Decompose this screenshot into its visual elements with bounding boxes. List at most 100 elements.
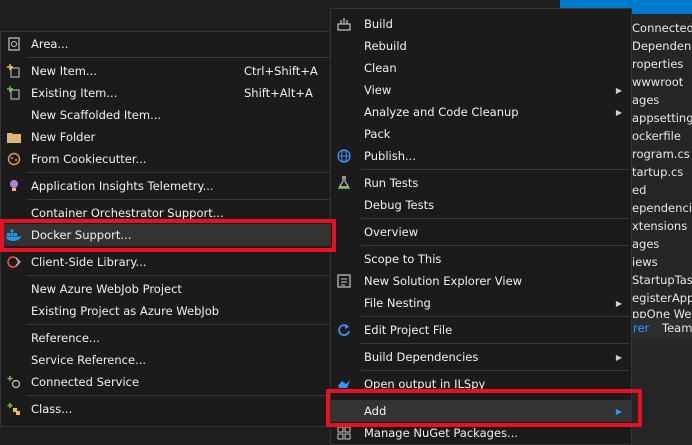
menu-item-build-dependencies[interactable]: Build Dependencies ▶: [331, 346, 631, 368]
menu-separator: [361, 370, 629, 371]
class-icon: [6, 401, 22, 417]
cookiecutter-icon: [6, 151, 22, 167]
highlight-box-add: [326, 389, 642, 427]
tree-row[interactable]: roperties: [632, 55, 683, 73]
app-insights-icon: [6, 178, 22, 194]
menu-separator: [27, 199, 330, 200]
menu-item-label: Run Tests: [364, 176, 419, 190]
tree-row[interactable]: wwwroot: [632, 73, 683, 91]
menu-item-label: Edit Project File: [364, 323, 453, 337]
menu-item-label: New Solution Explorer View: [364, 274, 523, 288]
globe-icon: [336, 148, 352, 164]
menu-item-label: Analyze and Code Cleanup: [364, 105, 519, 119]
connected-service-icon: [6, 374, 22, 390]
tree-row[interactable]: ockerfile: [632, 127, 681, 145]
menu-item-label: Manage NuGet Packages...: [364, 426, 519, 440]
library-icon: [6, 254, 22, 270]
menu-item-reference[interactable]: Reference...: [1, 327, 332, 349]
menu-separator: [27, 324, 330, 325]
tree-row[interactable]: iews: [632, 253, 658, 271]
menu-item-class[interactable]: Class...: [1, 398, 332, 420]
menu-item-existing-project-webjob[interactable]: Existing Project as Azure WebJob: [1, 300, 332, 322]
tree-row[interactable]: appsettings.j: [632, 109, 692, 127]
menu-item-label: Existing Project as Azure WebJob: [31, 304, 220, 318]
highlight-box-docker-support: [0, 219, 336, 252]
menu-item-service-reference[interactable]: Service Reference...: [1, 349, 332, 371]
submenu-arrow-icon: ▶: [615, 85, 622, 95]
menu-item-analyze-code-cleanup[interactable]: Analyze and Code Cleanup ▶: [331, 101, 631, 123]
menu-item-client-side-library[interactable]: Client-Side Library...: [1, 251, 332, 273]
build-icon: [336, 16, 352, 32]
menu-item-rebuild[interactable]: Rebuild: [331, 35, 631, 57]
new-item-icon: [6, 63, 22, 79]
menu-item-existing-item[interactable]: Existing Item... Shift+Alt+A: [1, 82, 332, 104]
project-context-menu: Build Rebuild Clean View ▶ Analyze and C…: [330, 8, 632, 445]
menu-separator: [361, 218, 629, 219]
menu-item-label: Rebuild: [364, 39, 407, 53]
menu-item-label: Clean: [364, 61, 397, 75]
tree-row[interactable]: Connected S: [632, 19, 692, 37]
menu-item-label: Area...: [31, 37, 69, 51]
menu-separator: [361, 245, 629, 246]
menu-item-new-solution-explorer-view[interactable]: New Solution Explorer View: [331, 270, 631, 292]
menu-item-view[interactable]: View ▶: [331, 79, 631, 101]
menu-item-label: Existing Item...: [31, 86, 118, 100]
menu-item-new-azure-webjob[interactable]: New Azure WebJob Project: [1, 278, 332, 300]
menu-item-area[interactable]: Area...: [1, 33, 332, 55]
menu-item-file-nesting[interactable]: File Nesting ▶: [331, 292, 631, 314]
submenu-arrow-icon: ▶: [615, 298, 622, 308]
tree-row[interactable]: tartup.cs: [632, 163, 683, 181]
menu-separator: [27, 395, 330, 396]
menu-item-label: Connected Service: [31, 375, 140, 389]
menu-item-publish[interactable]: Publish...: [331, 145, 631, 167]
folder-icon: [6, 129, 22, 145]
menu-item-label: New Azure WebJob Project: [31, 282, 182, 296]
area-icon: [6, 36, 22, 52]
tab-team-explorer[interactable]: Team: [662, 321, 692, 335]
menu-item-pack[interactable]: Pack: [331, 123, 631, 145]
tree-row[interactable]: xtensions: [632, 217, 687, 235]
menu-item-new-scaffolded-item[interactable]: New Scaffolded Item...: [1, 104, 332, 126]
menu-item-label: Reference...: [31, 331, 100, 345]
tree-row[interactable]: StartupTask.: [632, 271, 692, 289]
tree-row[interactable]: egisterAppl: [632, 289, 692, 307]
tree-row[interactable]: rogram.cs: [632, 145, 690, 163]
menu-item-label: Build: [364, 17, 393, 31]
tree-row[interactable]: ages: [632, 235, 659, 253]
menu-item-label: Application Insights Telemetry...: [31, 179, 214, 193]
menu-item-build[interactable]: Build: [331, 13, 631, 35]
shortcut-text: Shift+Alt+A: [244, 86, 313, 100]
menu-item-from-cookiecutter[interactable]: From Cookiecutter...: [1, 148, 332, 170]
new-view-icon: [336, 273, 352, 289]
shortcut-text: Ctrl+Shift+A: [244, 64, 318, 78]
tree-row[interactable]: Dependenci: [632, 37, 692, 55]
refresh-icon: [336, 322, 352, 338]
menu-item-debug-tests[interactable]: Debug Tests: [331, 194, 631, 216]
submenu-arrow-icon: ▶: [615, 107, 622, 117]
menu-item-label: Client-Side Library...: [31, 255, 147, 269]
menu-separator: [27, 57, 330, 58]
menu-item-label: From Cookiecutter...: [31, 152, 147, 166]
menu-item-scope-to-this[interactable]: Scope to This: [331, 248, 631, 270]
menu-separator: [27, 275, 330, 276]
menu-separator: [27, 172, 330, 173]
tree-row[interactable]: ages: [632, 91, 659, 109]
tab-solution-explorer[interactable]: rer: [633, 321, 649, 335]
menu-item-run-tests[interactable]: Run Tests: [331, 172, 631, 194]
menu-item-label: New Item...: [31, 64, 97, 78]
menu-item-overview[interactable]: Overview: [331, 221, 631, 243]
menu-item-clean[interactable]: Clean: [331, 57, 631, 79]
tree-row[interactable]: ependencie: [632, 199, 692, 217]
menu-item-new-folder[interactable]: New Folder: [1, 126, 332, 148]
menu-item-connected-service[interactable]: Connected Service: [1, 371, 332, 393]
menu-item-label: Build Dependencies: [364, 350, 479, 364]
tree-row[interactable]: ed: [632, 181, 646, 199]
menu-item-label: New Scaffolded Item...: [31, 108, 162, 122]
menu-item-application-insights[interactable]: Application Insights Telemetry...: [1, 175, 332, 197]
menu-separator: [361, 316, 629, 317]
menu-separator: [361, 343, 629, 344]
menu-item-edit-project-file[interactable]: Edit Project File: [331, 319, 631, 341]
menu-item-label: Overview: [364, 225, 419, 239]
submenu-arrow-icon: ▶: [615, 352, 622, 362]
menu-item-new-item[interactable]: New Item... Ctrl+Shift+A: [1, 60, 332, 82]
